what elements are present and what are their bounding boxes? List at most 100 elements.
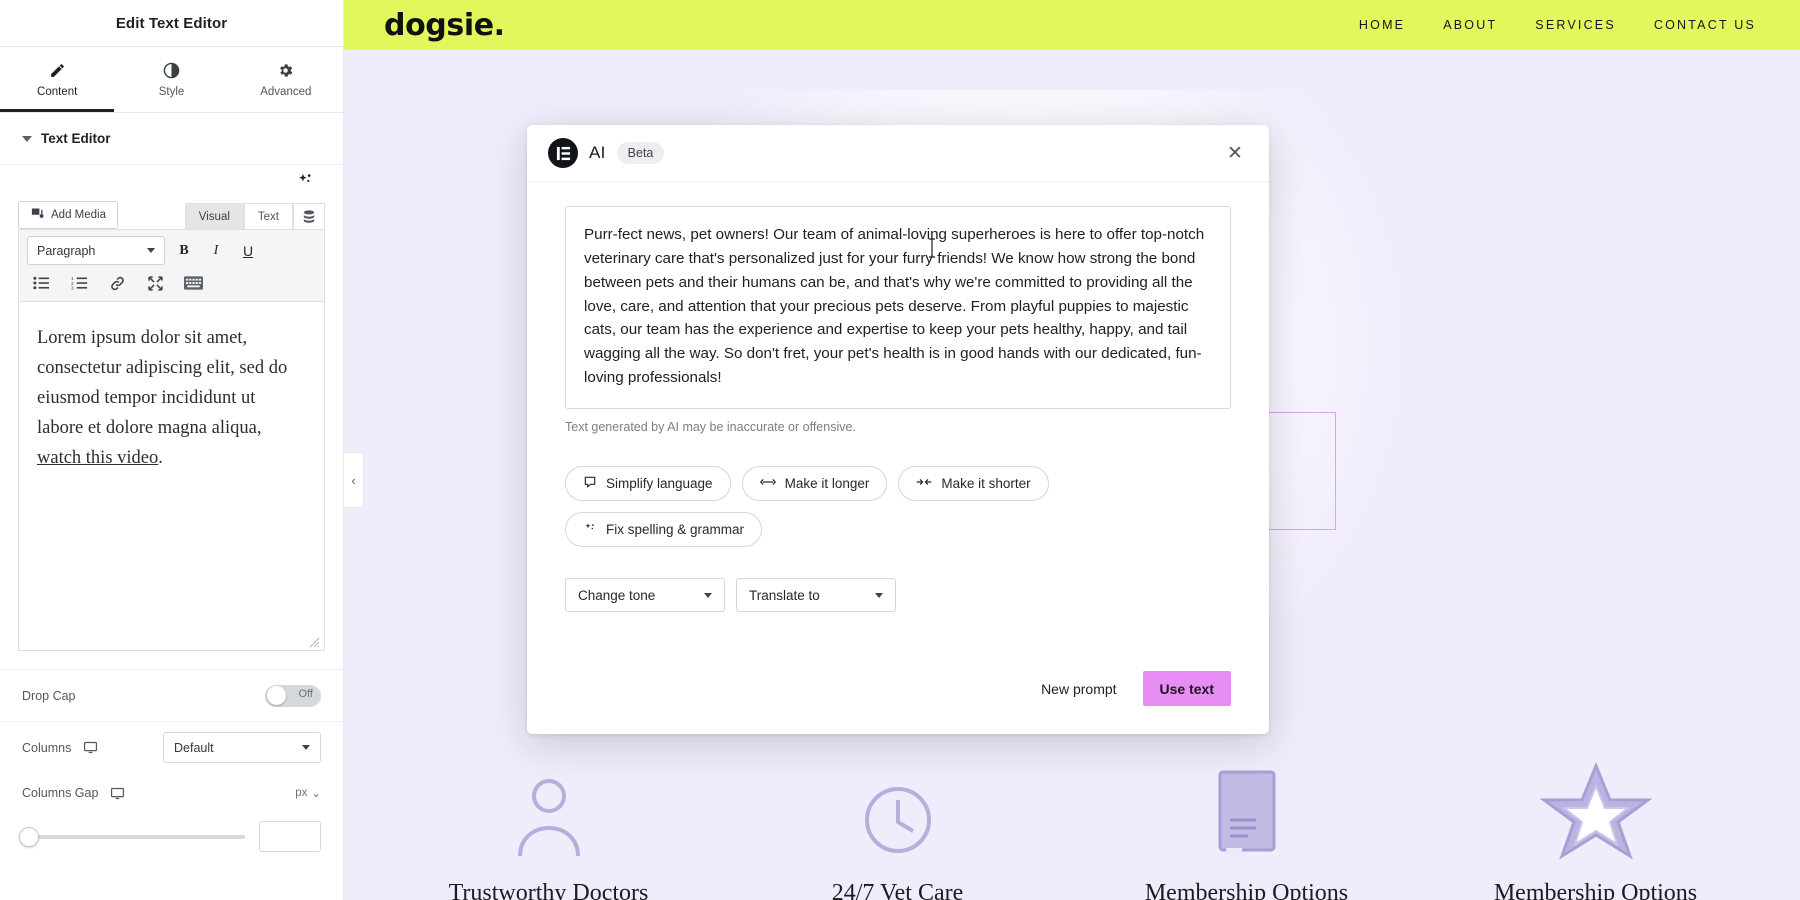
desktop-icon[interactable] (110, 786, 125, 801)
generated-text: Purr-fect news, pet owners! Our team of … (584, 226, 1205, 387)
chip-fix-spelling-grammar[interactable]: Fix spelling & grammar (565, 512, 763, 548)
columns-select-value: Default (174, 740, 214, 755)
toggle-knob (266, 686, 286, 705)
drop-cap-toggle[interactable]: Off (265, 684, 321, 707)
underline-button[interactable]: U (235, 238, 261, 264)
unit-value: px (295, 787, 308, 799)
nav-item-about[interactable]: ABOUT (1443, 18, 1497, 32)
expand-arrows-icon (759, 476, 776, 491)
ai-dropdowns: Change tone Translate to (565, 578, 1231, 613)
editor-panel: Edit Text Editor Content Style Advanced (0, 0, 344, 900)
chip-make-it-shorter[interactable]: Make it shorter (898, 466, 1049, 502)
clock-icon (748, 750, 1048, 860)
chip-make-it-longer[interactable]: Make it longer (741, 466, 888, 502)
desktop-icon[interactable] (83, 740, 98, 755)
add-media-button[interactable]: Add Media (18, 201, 118, 229)
panel-header: Edit Text Editor (0, 0, 343, 47)
site-nav: HOME ABOUT SERVICES CONTACT US (1359, 18, 1756, 32)
star-icon (1446, 750, 1746, 860)
columns-gap-slider[interactable] (19, 826, 245, 847)
tab-content[interactable]: Content (0, 47, 115, 112)
site-logo[interactable]: dogsie. (384, 8, 505, 43)
tab-text[interactable]: Text (243, 203, 293, 229)
doctor-icon (399, 750, 699, 860)
chevron-down-icon (302, 745, 310, 750)
database-icon[interactable] (293, 203, 325, 229)
columns-gap-input[interactable] (259, 821, 321, 852)
feature-label: 24/7 Vet Care (831, 880, 964, 900)
italic-button[interactable]: I (203, 238, 229, 264)
chevron-left-icon: ‹ (351, 472, 356, 488)
columns-gap-row: Columns Gap px ⌄ (0, 773, 343, 813)
speech-bubble-icon (583, 475, 597, 492)
toolbar-toggle-icon[interactable] (183, 273, 203, 293)
pencil-icon (49, 62, 66, 79)
unit-selector[interactable]: px ⌄ (295, 786, 321, 800)
translate-to-dropdown[interactable]: Translate to (736, 578, 896, 613)
editor-inline-link[interactable]: watch this video (37, 448, 158, 468)
wp-editor: Add Media Visual Text Paragraph B I U 1 … (18, 199, 325, 651)
ai-dialog-body: Purr-fect news, pet owners! Our team of … (527, 182, 1269, 671)
gear-icon (277, 62, 294, 79)
columns-label-group: Columns (22, 740, 98, 755)
columns-row: Columns Default (0, 721, 343, 773)
drop-cap-label: Drop Cap (22, 688, 76, 703)
toolbar-row-1: Paragraph B I U (19, 230, 324, 271)
chip-label: Make it shorter (941, 476, 1031, 492)
format-select[interactable]: Paragraph (27, 236, 165, 265)
editor-paragraph-text: Lorem ipsum dolor sit amet, consectetur … (37, 328, 288, 438)
sparkle-icon[interactable] (295, 171, 315, 191)
svg-text:3: 3 (71, 286, 74, 290)
tab-content-label: Content (37, 86, 78, 98)
change-tone-dropdown[interactable]: Change tone (565, 578, 725, 613)
chip-simplify-language[interactable]: Simplify language (565, 466, 731, 502)
nav-item-contact-us[interactable]: CONTACT US (1654, 18, 1756, 32)
chevron-down-icon (147, 248, 155, 253)
resize-handle[interactable] (308, 635, 320, 648)
slider-handle[interactable] (19, 826, 39, 847)
close-icon[interactable]: ✕ (1222, 140, 1248, 166)
numbered-list-icon[interactable]: 123 (69, 273, 89, 293)
text-editor-content[interactable]: Lorem ipsum dolor sit amet, consectetur … (18, 301, 325, 651)
feature-item[interactable]: Trustworthy Doctors (399, 750, 699, 900)
feature-item[interactable]: Membership Options (1446, 750, 1746, 900)
chip-label: Make it longer (784, 476, 870, 492)
bullet-list-icon[interactable] (31, 273, 51, 293)
columns-label: Columns (22, 740, 72, 755)
elementor-logo-icon (548, 138, 578, 168)
collapse-arrows-icon (916, 476, 932, 491)
tab-visual[interactable]: Visual (184, 203, 244, 229)
nav-item-services[interactable]: SERVICES (1535, 18, 1616, 32)
columns-gap-slider-row (0, 813, 343, 852)
format-select-value: Paragraph (37, 243, 96, 258)
ai-dialog-footer: New prompt Use text (527, 671, 1269, 734)
columns-select[interactable]: Default (163, 732, 321, 763)
tab-advanced[interactable]: Advanced (229, 47, 343, 112)
fullscreen-icon[interactable] (145, 273, 165, 293)
site-header: dogsie. HOME ABOUT SERVICES CONTACT US (344, 0, 1800, 50)
feature-item[interactable]: Membership Options (1097, 750, 1397, 900)
link-icon[interactable] (107, 273, 127, 293)
media-icon (30, 206, 45, 224)
generated-text-box[interactable]: Purr-fect news, pet owners! Our team of … (565, 206, 1231, 410)
tab-style-label: Style (158, 86, 185, 98)
chip-label: Fix spelling & grammar (606, 522, 745, 538)
chevron-down-icon (22, 135, 32, 142)
beta-badge: Beta (616, 142, 665, 164)
change-tone-label: Change tone (578, 587, 656, 603)
feature-label: Trustworthy Doctors (448, 880, 649, 900)
new-prompt-button[interactable]: New prompt (1041, 681, 1116, 697)
bold-button[interactable]: B (171, 238, 197, 264)
toolbar-row-2: 123 (19, 271, 324, 301)
columns-gap-label-group: Columns Gap (22, 786, 125, 801)
feature-label: Membership Options (1144, 880, 1349, 900)
nav-item-home[interactable]: HOME (1359, 18, 1405, 32)
collapse-panel-button[interactable]: ‹ (344, 452, 364, 508)
drop-cap-row: Drop Cap Off (0, 669, 343, 721)
ai-row (0, 165, 343, 199)
feature-item[interactable]: 24/7 Vet Care (748, 750, 1048, 900)
contrast-icon (163, 62, 180, 79)
section-text-editor[interactable]: Text Editor (0, 113, 343, 165)
tab-style[interactable]: Style (114, 47, 228, 112)
use-text-button[interactable]: Use text (1142, 671, 1231, 706)
